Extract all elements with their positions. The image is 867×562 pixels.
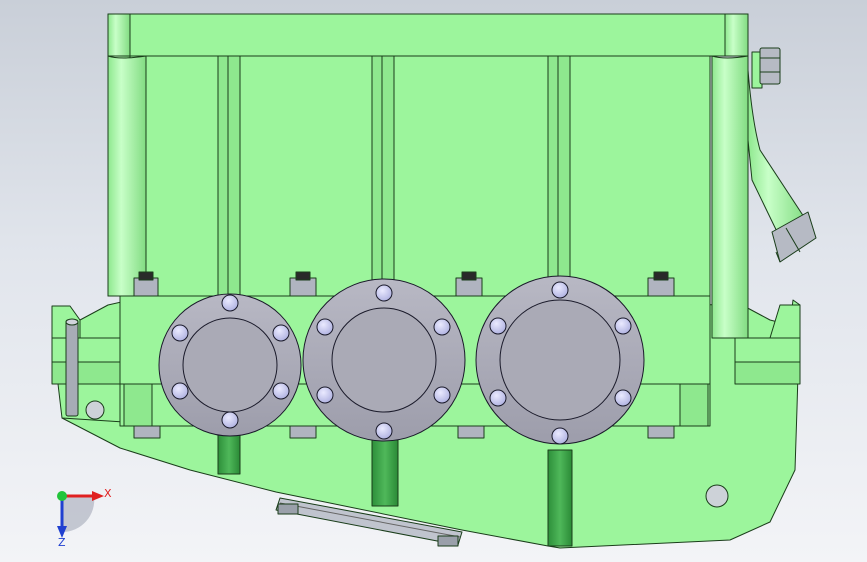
bearing-cover-intermediate — [302, 278, 466, 442]
bearing-cover-input — [158, 293, 302, 437]
cad-viewport[interactable]: X Z — [0, 0, 867, 562]
right-lifting-hole — [705, 484, 729, 508]
x-axis-label: X — [104, 487, 112, 500]
y-axis-dot — [57, 491, 67, 501]
bearing-covers — [158, 275, 645, 445]
left-lifting-hole — [85, 400, 105, 420]
oil-pipe — [747, 47, 817, 263]
gearbox-drawing: X Z — [51, 13, 817, 549]
oil-gauge-rod — [65, 319, 79, 417]
bearing-cover-output — [475, 275, 645, 445]
z-axis-label: Z — [58, 536, 66, 549]
axis-triad — [57, 491, 104, 538]
right-pillar — [711, 55, 749, 339]
upper-housing-panel — [107, 13, 749, 57]
